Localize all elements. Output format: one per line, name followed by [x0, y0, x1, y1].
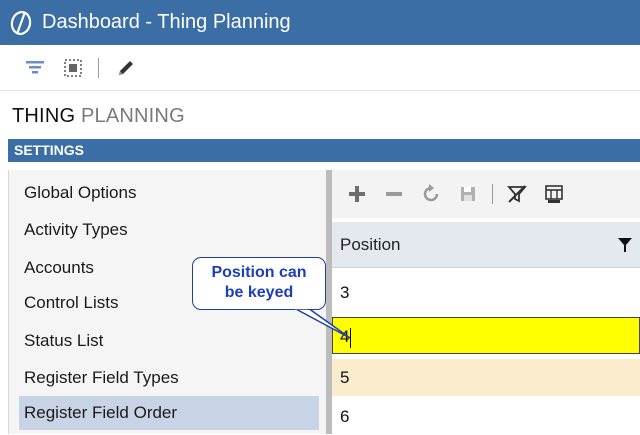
table-row[interactable]: 5 [332, 359, 640, 396]
title-bar: Dashboard - Thing Planning [0, 0, 640, 45]
window-title: Dashboard - Thing Planning [42, 11, 291, 33]
column-header-position[interactable]: Position [332, 222, 640, 268]
save-icon[interactable] [455, 181, 481, 207]
column-chooser-icon[interactable] [541, 181, 567, 207]
page-title-light: PLANNING [75, 105, 185, 127]
settings-item-register-field-order[interactable]: Register Field Order [19, 396, 319, 430]
settings-item-register-field-types[interactable]: Register Field Types [19, 361, 319, 395]
grid-toolbar-separator [492, 184, 493, 204]
position-cell: 3 [340, 283, 350, 302]
clear-filter-icon[interactable] [504, 181, 530, 207]
page-title-strong: THING [12, 105, 76, 127]
app-logo-icon [8, 10, 34, 36]
main-toolbar [0, 45, 640, 91]
annotation-callout: Position can be keyed [192, 257, 326, 310]
refresh-icon[interactable] [418, 181, 444, 207]
pencil-icon[interactable] [113, 55, 139, 81]
remove-icon[interactable] [381, 181, 407, 207]
register-field-order-grid: Position 3 4 5 6 [332, 170, 640, 434]
column-header-label: Position [340, 235, 401, 254]
add-icon[interactable] [344, 181, 370, 207]
settings-item-status-list[interactable]: Status List [19, 324, 319, 358]
callout-line-2: be keyed [224, 284, 294, 301]
position-cell: 6 [340, 407, 350, 426]
page-title: THING PLANNING [12, 105, 185, 128]
settings-item-global-options[interactable]: Global Options [19, 176, 319, 210]
toolbar-separator [98, 57, 99, 78]
position-cell-input[interactable]: 4 [340, 327, 349, 346]
table-row-editing[interactable]: 4 [332, 317, 640, 354]
column-filter-icon[interactable] [616, 235, 634, 255]
select-area-icon[interactable] [60, 55, 86, 81]
table-row[interactable]: 3 [332, 274, 640, 311]
position-cell: 5 [340, 368, 350, 387]
callout-line-1: Position can [211, 264, 307, 281]
settings-item-activity-types[interactable]: Activity Types [19, 213, 319, 247]
text-caret [350, 327, 352, 348]
filter-icon[interactable] [22, 55, 48, 81]
grid-toolbar [332, 170, 640, 218]
table-row[interactable]: 6 [332, 398, 640, 435]
settings-section-bar: SETTINGS [8, 139, 640, 162]
